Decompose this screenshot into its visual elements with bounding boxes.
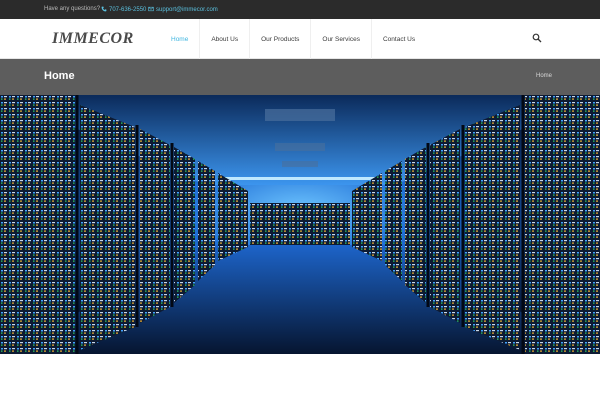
- phone-number[interactable]: 707-636-2550: [109, 7, 146, 13]
- nav-item-our-services[interactable]: Our Services: [310, 19, 371, 59]
- phone-link[interactable]: 707-636-2550: [101, 6, 146, 13]
- search-icon[interactable]: [532, 33, 542, 43]
- content-area: [0, 354, 600, 400]
- page-title-bar: Home Home: [0, 59, 600, 95]
- top-contact-bar: Have any questions? 707-636-2550 support…: [0, 0, 600, 19]
- site-header: IMMECOR Home About Us Our Products Our S…: [0, 19, 600, 59]
- hero-image: [0, 95, 600, 354]
- nav-item-about-us[interactable]: About Us: [199, 19, 249, 59]
- phone-icon: [101, 6, 107, 12]
- server-room-illustration: [0, 95, 600, 354]
- breadcrumb[interactable]: Home: [536, 73, 552, 79]
- site-logo[interactable]: IMMECOR: [52, 30, 134, 48]
- nav-item-contact-us[interactable]: Contact Us: [370, 19, 426, 59]
- email-address[interactable]: support@immecor.com: [156, 7, 218, 13]
- nav-item-home[interactable]: Home: [160, 19, 199, 59]
- main-nav: Home About Us Our Products Our Services …: [160, 19, 426, 59]
- envelope-icon: [148, 6, 154, 12]
- email-link[interactable]: support@immecor.com: [148, 6, 218, 13]
- nav-item-our-products[interactable]: Our Products: [249, 19, 310, 59]
- questions-text: Have any questions?: [44, 6, 101, 12]
- page-title: Home: [44, 70, 75, 82]
